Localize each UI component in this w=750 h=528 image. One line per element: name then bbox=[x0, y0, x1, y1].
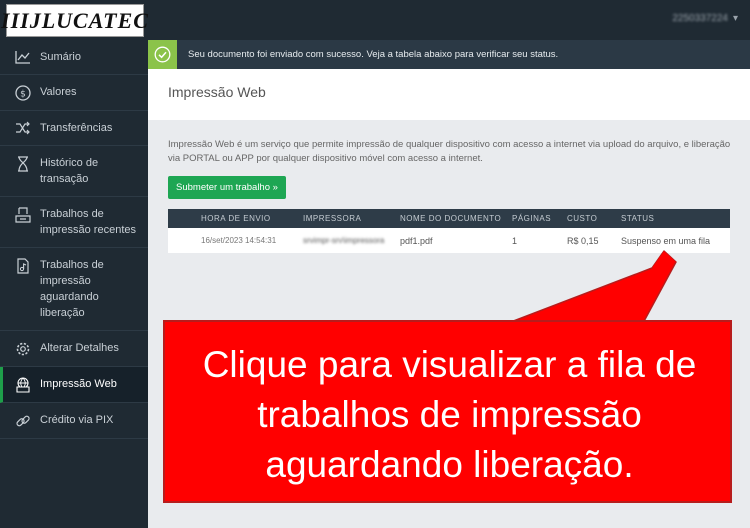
sidebar-item-historico[interactable]: Histórico de transação bbox=[0, 146, 148, 197]
page-header: Impressão Web bbox=[148, 69, 750, 120]
chevron-down-icon[interactable]: ▾ bbox=[733, 13, 738, 24]
sidebar-item-label: Trabalhos de impressão aguardando libera… bbox=[40, 259, 104, 319]
sidebar-item-label: Valores bbox=[40, 86, 77, 98]
alert-message: Seu documento foi enviado com sucesso. V… bbox=[188, 49, 559, 60]
cell-printer: srvimpr-srv\impressora bbox=[303, 236, 385, 245]
sidebar-item-impressao-web[interactable]: Impressão Web bbox=[0, 367, 148, 403]
logo: IIIJLUCATEC bbox=[1, 4, 148, 37]
page-description: Impressão Web é um serviço que permite i… bbox=[168, 139, 731, 164]
hourglass-icon bbox=[14, 156, 32, 172]
gear-icon bbox=[14, 341, 32, 357]
sidebar-item-aguardando-liberacao[interactable]: Trabalhos de impressão aguardando libera… bbox=[0, 248, 148, 331]
top-bar: IIIJLUCATEC 2250337224 ▾ bbox=[0, 0, 750, 40]
submit-job-button[interactable]: Submeter um trabalho » bbox=[168, 176, 286, 199]
sidebar-item-label: Histórico de transação bbox=[40, 157, 99, 185]
sidebar-item-label: Crédito via PIX bbox=[40, 414, 114, 426]
column-header: HORA DE ENVIO bbox=[201, 214, 271, 223]
table-row: 16/set/2023 14:54:31 srvimpr-srv\impress… bbox=[168, 228, 730, 253]
page-title: Impressão Web bbox=[168, 84, 266, 100]
sidebar-item-label: Sumário bbox=[40, 51, 81, 63]
column-header: NOME DO DOCUMENTO bbox=[400, 214, 502, 223]
sidebar-item-label: Alterar Detalhes bbox=[40, 342, 119, 354]
callout-text: Clique para visualizar a fila de trabalh… bbox=[202, 344, 697, 485]
user-menu[interactable]: 2250337224 bbox=[672, 13, 728, 24]
shuffle-icon bbox=[14, 121, 32, 135]
sidebar-item-valores[interactable]: $ Valores bbox=[0, 75, 148, 111]
svg-text:$: $ bbox=[20, 90, 26, 100]
dollar-icon: $ bbox=[14, 85, 32, 101]
cell-status[interactable]: Suspenso em uma fila bbox=[621, 228, 730, 253]
sidebar-item-alterar-detalhes[interactable]: Alterar Detalhes bbox=[0, 331, 148, 367]
instruction-callout: Clique para visualizar a fila de trabalh… bbox=[163, 320, 732, 503]
document-music-icon bbox=[14, 258, 32, 274]
sidebar-item-credito-pix[interactable]: Crédito via PIX bbox=[0, 403, 148, 439]
column-header: PÁGINAS bbox=[512, 214, 552, 223]
cell-time: 16/set/2023 14:54:31 bbox=[201, 236, 277, 245]
sidebar-item-sumario[interactable]: Sumário bbox=[0, 40, 148, 75]
cell-pages: 1 bbox=[512, 235, 518, 246]
web-printer-icon bbox=[14, 377, 32, 393]
link-icon bbox=[14, 413, 32, 429]
cell-document: pdf1.pdf bbox=[400, 235, 433, 246]
success-alert: Seu documento foi enviado com sucesso. V… bbox=[148, 40, 750, 69]
sidebar-item-label: Impressão Web bbox=[40, 378, 117, 390]
column-header: CUSTO bbox=[567, 214, 598, 223]
sidebar: Sumário $ Valores Transferências Históri… bbox=[0, 40, 148, 528]
row-spacer bbox=[168, 228, 201, 253]
sidebar-item-label: Transferências bbox=[40, 122, 113, 134]
printer-tray-icon bbox=[14, 207, 32, 223]
chart-line-icon bbox=[14, 50, 32, 64]
sidebar-item-label: Trabalhos de impressão recentes bbox=[40, 208, 136, 236]
app-window: IIIJLUCATEC 2250337224 ▾ Sumário $ Valor… bbox=[0, 0, 750, 528]
column-header: STATUS bbox=[621, 214, 655, 223]
header-spacer bbox=[168, 209, 201, 228]
column-header: IMPRESSORA bbox=[303, 214, 362, 223]
check-circle-icon bbox=[148, 40, 177, 69]
sidebar-item-trabalhos-recentes[interactable]: Trabalhos de impressão recentes bbox=[0, 197, 148, 248]
table-header-row: HORA DE ENVIO IMPRESSORA NOME DO DOCUMEN… bbox=[168, 209, 730, 228]
cell-cost: R$ 0,15 bbox=[567, 235, 599, 246]
jobs-table: HORA DE ENVIO IMPRESSORA NOME DO DOCUMEN… bbox=[168, 209, 730, 253]
sidebar-item-transferencias[interactable]: Transferências bbox=[0, 111, 148, 146]
